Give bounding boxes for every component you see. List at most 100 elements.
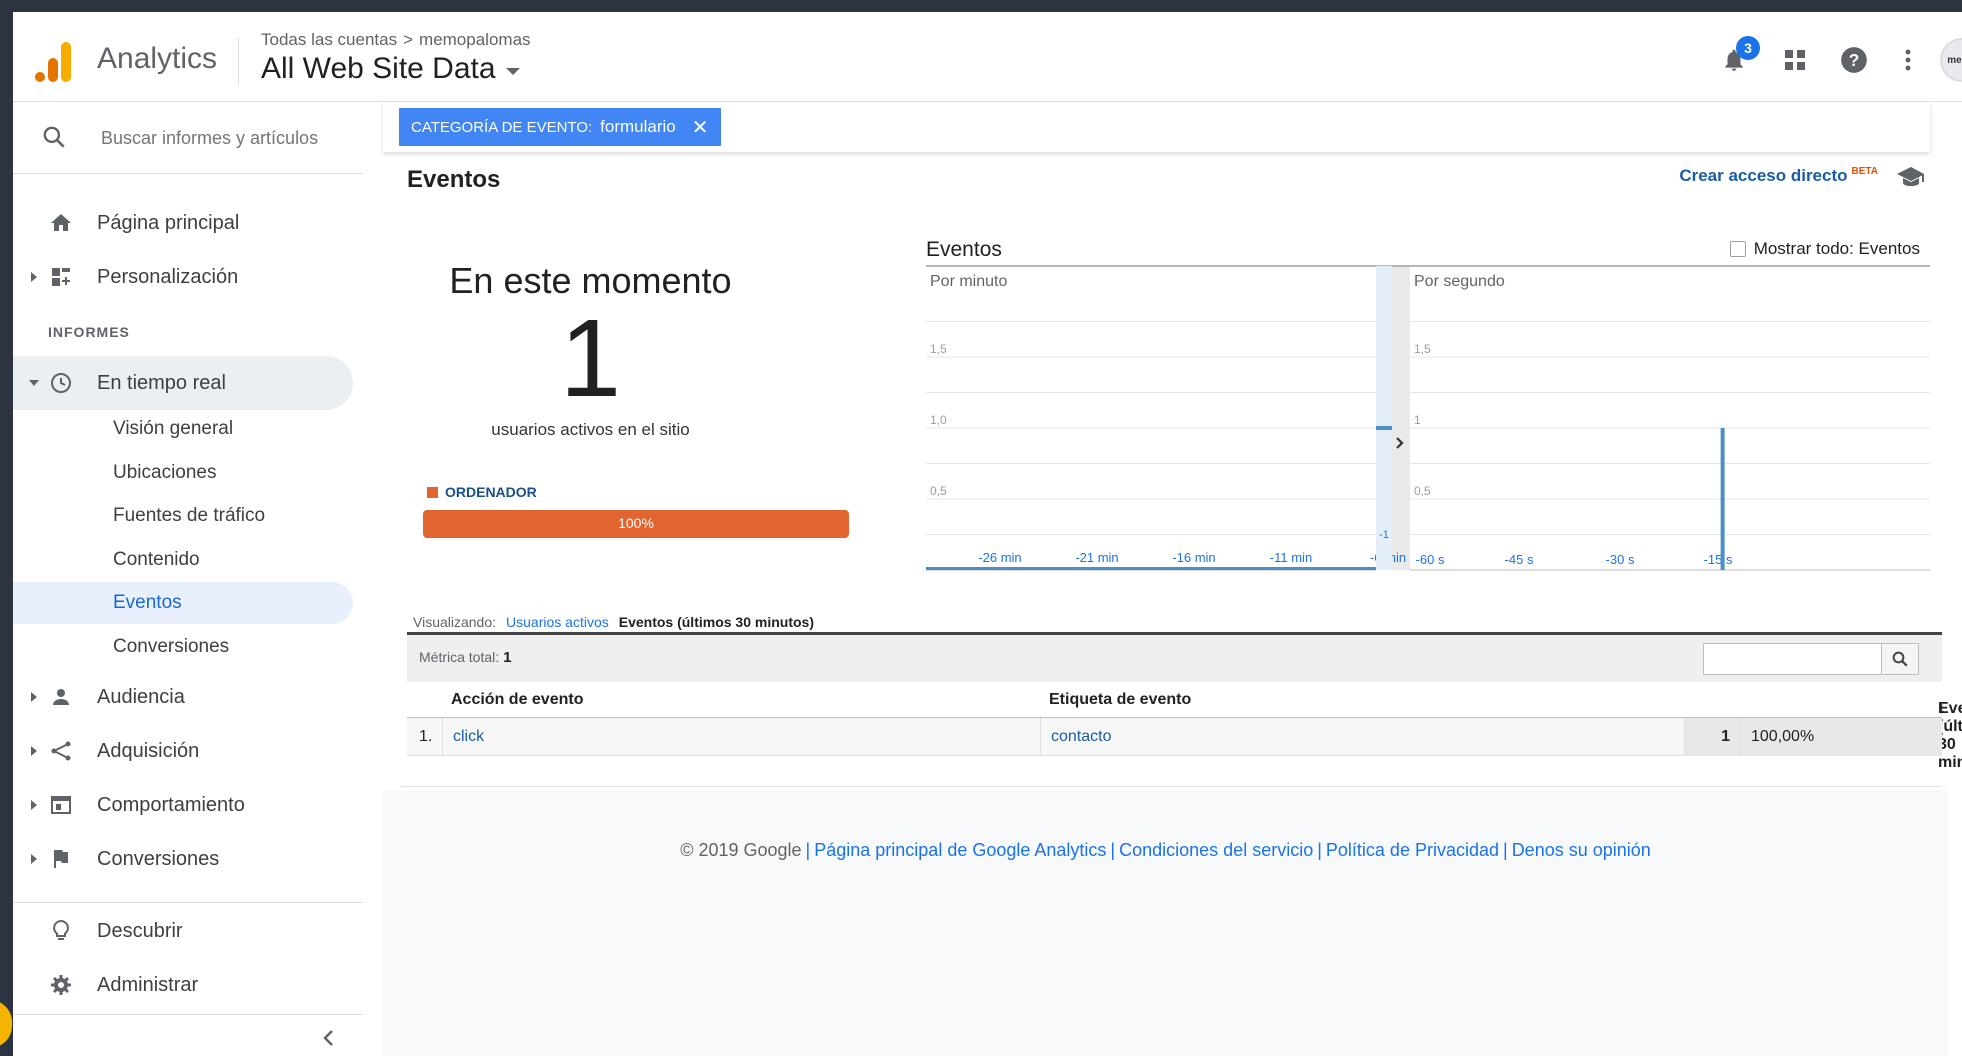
footer-link-privacy[interactable]: Política de Privacidad: [1326, 840, 1499, 860]
filter-bar: CATEGORÍA DE EVENTO: formulario ✕: [383, 102, 1930, 152]
table-search[interactable]: [1703, 643, 1919, 675]
sidebar-item-home[interactable]: Página principal: [13, 196, 353, 250]
close-icon[interactable]: ✕: [692, 115, 709, 140]
expand-arrow-icon: [31, 272, 37, 282]
column-header-action[interactable]: Acción de evento: [451, 691, 583, 709]
checkbox-icon[interactable]: [1729, 241, 1746, 257]
second-x-tick-label: -30 s: [1606, 552, 1635, 567]
view-selector[interactable]: All Web Site Data: [261, 52, 520, 86]
device-progress-bar: 100%: [423, 510, 849, 538]
sidebar-subitem-content[interactable]: Contenido: [13, 539, 353, 581]
table-search-input[interactable]: [1704, 644, 1881, 674]
cell-label: contacto: [1041, 718, 1685, 756]
sidebar-item-behavior[interactable]: Comportamiento: [13, 778, 353, 832]
avatar[interactable]: memo: [1940, 38, 1962, 82]
second-panel-label: Por segundo: [1414, 273, 1505, 290]
table-search-button[interactable]: [1881, 644, 1918, 674]
brand-name: Analytics: [97, 42, 218, 75]
sidebar-item-label: Administrar: [97, 973, 199, 996]
sidebar-subitem-overview[interactable]: Visión general: [13, 408, 353, 450]
sidebar-subitem-label: Conversiones: [113, 636, 230, 657]
event-action-link[interactable]: click: [453, 728, 484, 746]
minute-x-tick-label: -26 min: [978, 550, 1021, 565]
second-bar: [1720, 428, 1725, 570]
sidebar-search[interactable]: [13, 102, 363, 174]
breadcrumb[interactable]: Todas las cuentas > memopalomas: [261, 30, 531, 50]
sidebar-item-label: Audiencia: [97, 685, 185, 708]
minute-bar: [1376, 426, 1392, 430]
sidebar-subitem-traffic-sources[interactable]: Fuentes de tráfico: [13, 495, 353, 537]
sidebar-item-acquisition[interactable]: Adquisición: [13, 724, 353, 778]
footer-background: [383, 790, 1948, 1056]
sidebar-item-realtime[interactable]: En tiempo real: [13, 356, 353, 410]
metric-total: Métrica total: 1: [419, 649, 511, 666]
beta-badge: BETA: [1851, 166, 1878, 178]
sidebar-item-label: Descubrir: [97, 919, 183, 942]
minute-y-tick-label: 1,5: [930, 342, 947, 356]
sidebar-subitem-label: Visión general: [113, 418, 234, 439]
minute-y-tick-label: 0,5: [930, 484, 947, 498]
sidebar-subitem-label: Eventos: [113, 592, 182, 613]
column-header-label[interactable]: Etiqueta de evento: [1049, 691, 1191, 709]
dashboard-icon: [52, 268, 70, 286]
graduation-cap-icon[interactable]: [1896, 164, 1926, 188]
brand-divider: [238, 38, 239, 84]
more-options-button[interactable]: [1888, 40, 1928, 80]
footer-link-home[interactable]: Página principal de Google Analytics: [814, 840, 1106, 860]
sidebar-item-discover[interactable]: Descubrir: [13, 904, 353, 958]
sidebar-item-audience[interactable]: Audiencia: [13, 670, 353, 724]
show-all-checkbox[interactable]: Mostrar todo: Eventos: [1729, 239, 1920, 259]
minute-current-slot: [1376, 266, 1392, 570]
sidebar-item-conversions[interactable]: Conversiones: [13, 832, 353, 886]
minute-x-tick-label: -16 min: [1172, 550, 1215, 565]
sidebar-item-label: Adquisición: [97, 739, 200, 762]
person-icon: [53, 689, 69, 705]
search-input[interactable]: [101, 118, 351, 158]
minute-x-tick-label: -1: [1379, 529, 1389, 541]
breadcrumb-property[interactable]: memopalomas: [419, 30, 531, 49]
minute-x-tick-label: -11 min: [1270, 550, 1312, 565]
breadcrumb-account[interactable]: Todas las cuentas: [261, 30, 397, 49]
minute-x-tick-label: -21 min: [1075, 550, 1118, 565]
footer-link-terms[interactable]: Condiciones del servicio: [1119, 840, 1313, 860]
panel-separator: [1392, 266, 1410, 570]
app-window: Analytics Todas las cuentas > memopalomas …: [13, 12, 1962, 1056]
sidebar-subitem-label: Contenido: [113, 549, 200, 570]
notifications-button[interactable]: 3: [1714, 36, 1760, 80]
sidebar-subitem-conversions[interactable]: Conversiones: [13, 626, 353, 668]
second-x-tick-label: -45 s: [1505, 552, 1534, 567]
collapse-sidebar-chevron-left-icon[interactable]: [317, 1026, 341, 1050]
clock-icon: [51, 373, 71, 393]
footer-link-feedback[interactable]: Denos su opinión: [1512, 840, 1651, 860]
option-active-users[interactable]: Usuarios activos: [506, 614, 609, 630]
acquisition-icon: [51, 741, 71, 761]
expand-arrow-icon: [31, 854, 37, 864]
event-label-link[interactable]: contacto: [1051, 728, 1111, 746]
option-events[interactable]: Eventos (últimos 30 minutos): [619, 614, 814, 630]
apps-button[interactable]: [1775, 40, 1815, 80]
page-title: Eventos: [407, 166, 501, 193]
view-title: All Web Site Data: [261, 52, 496, 85]
second-y-tick-label: 1: [1414, 413, 1421, 427]
analytics-logo-icon: [35, 42, 71, 82]
collapse-arrow-icon: [29, 380, 39, 386]
sidebar-item-customization[interactable]: Personalización: [13, 250, 353, 304]
table-bottom-divider: [401, 786, 1942, 787]
sidebar-subitem-events[interactable]: Eventos: [13, 582, 353, 624]
flag-icon: [54, 850, 68, 868]
create-shortcut-link[interactable]: Crear acceso directo BETA: [1679, 166, 1878, 186]
section-heading-reports: INFORMES: [48, 324, 130, 340]
cell-action: click: [443, 718, 1041, 756]
main-content: CATEGORÍA DE EVENTO: formulario ✕ Evento…: [383, 102, 1962, 1056]
apps-grid-icon: [1785, 50, 1805, 70]
minute-baseline-bar: [926, 567, 1376, 570]
shortcut-label: Crear acceso directo: [1679, 166, 1848, 185]
gear-icon: [51, 975, 71, 995]
filter-chip[interactable]: CATEGORÍA DE EVENTO: formulario ✕: [399, 108, 721, 146]
help-button[interactable]: ?: [1834, 40, 1874, 80]
search-icon: [43, 126, 65, 148]
sidebar-subitem-locations[interactable]: Ubicaciones: [13, 452, 353, 494]
sidebar-item-admin[interactable]: Administrar: [13, 958, 353, 1012]
legend-swatch: [427, 486, 438, 498]
row-index: 1.: [407, 718, 443, 756]
